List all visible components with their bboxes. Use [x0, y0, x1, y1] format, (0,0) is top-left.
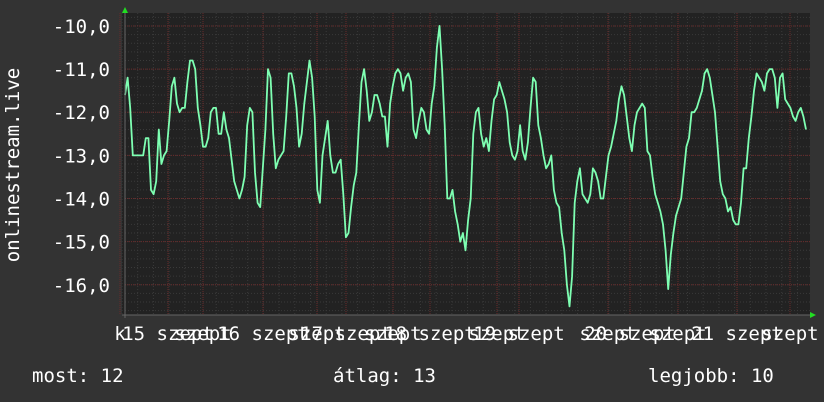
x-axis-arrow-icon: [810, 312, 816, 318]
y-tick-label: -10,0: [53, 16, 110, 38]
x-tick-label: 18 szept: [384, 323, 476, 345]
y-tick-label: -14,0: [53, 189, 110, 211]
x-axis-ticks: k15 szeptszept16 szeptszept17 szeptszept…: [114, 323, 818, 345]
y-tick-label: -12,0: [53, 102, 110, 124]
y-tick-label: -11,0: [53, 59, 110, 81]
y-axis-ticks: -10,0 -11,0 -12,0 -13,0 -14,0 -15,0 -16,0: [53, 16, 110, 297]
y-tick-label: -15,0: [53, 232, 110, 254]
plot-area: [122, 13, 810, 315]
stat-best: legjobb: 10: [648, 365, 774, 387]
stat-current: most: 12: [32, 365, 124, 387]
y-tick-label: -16,0: [53, 275, 110, 297]
y-axis-arrow-icon: [122, 7, 128, 13]
y-axis-title: onlinestream.live: [2, 68, 24, 262]
x-tick-label: szept: [761, 323, 818, 345]
y-tick-label: -13,0: [53, 145, 110, 167]
x-tick-label: 19 szept: [473, 323, 565, 345]
stat-average: átlag: 13: [333, 365, 436, 387]
line-chart: -10,0 -11,0 -12,0 -13,0 -14,0 -15,0 -16,0 k15 …: [2, 7, 819, 387]
